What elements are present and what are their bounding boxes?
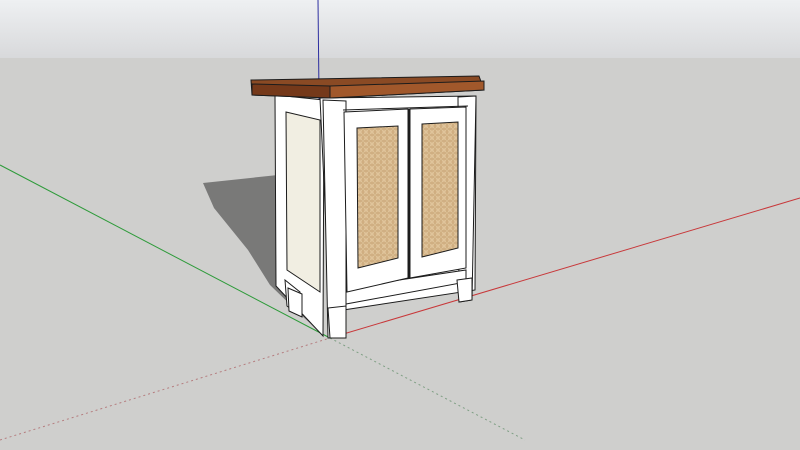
- sky: [0, 0, 800, 58]
- left-door[interactable]: [343, 108, 409, 293]
- modeling-viewport[interactable]: [0, 0, 800, 450]
- right-door[interactable]: [409, 106, 467, 279]
- scene-canvas[interactable]: [0, 0, 800, 450]
